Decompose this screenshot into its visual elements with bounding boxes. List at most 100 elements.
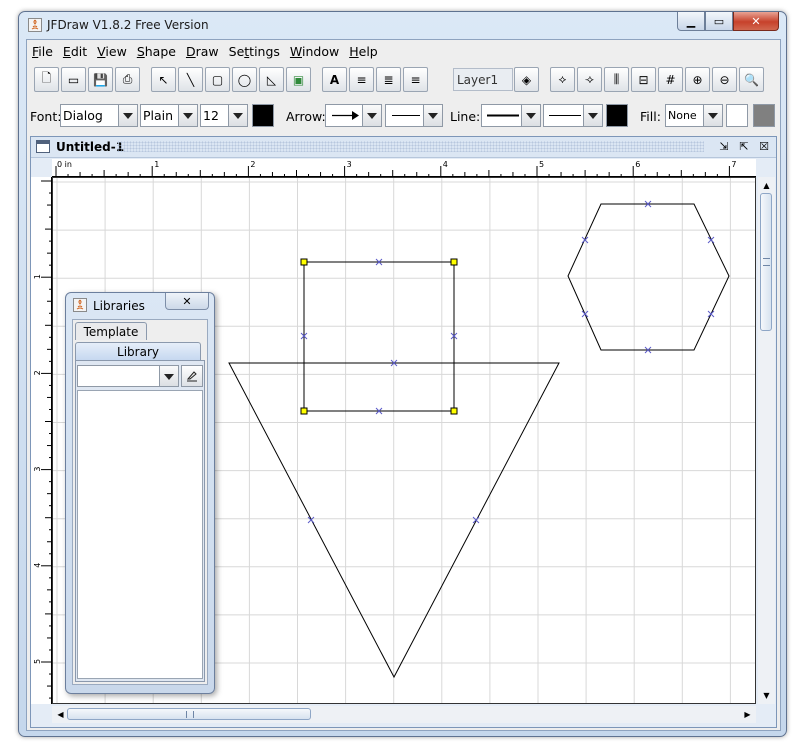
layer-field[interactable]: Layer1 [453,68,513,91]
zoom-out-icon: ⊖ [719,72,730,87]
java-app-icon [28,18,42,32]
triangle-up-icon: ▲ [763,181,770,190]
libraries-close-button[interactable]: ✕ [165,293,209,310]
fill-gradient-swatch[interactable] [753,104,775,127]
save-button[interactable]: 💾 [88,67,113,92]
library-action-button[interactable] [181,365,203,387]
resize-handle[interactable] [300,258,308,266]
menu-settings[interactable]: Settings [224,44,285,59]
open-button[interactable]: ▭ [61,67,86,92]
rectangle-shape[interactable] [303,261,455,412]
fill-color-swatch[interactable] [726,104,748,127]
resize-handle[interactable] [450,258,458,266]
align-left-button[interactable]: ≡ [349,67,374,92]
line-button[interactable]: ╲ [178,67,203,92]
layer-button[interactable]: ◈ [514,67,539,92]
doc-maximize-button[interactable]: ⇱ [736,139,752,154]
arrow-start-select[interactable] [325,104,382,127]
scroll-down-button[interactable]: ▼ [758,687,775,704]
horizontal-scroll-thumb[interactable] [67,708,311,720]
control-point-marker[interactable] [707,310,715,318]
menu-file[interactable]: File [27,44,58,59]
doc-close-button[interactable]: ☒ [756,139,772,154]
scroll-up-button[interactable]: ▲ [758,177,775,194]
vertical-scroll-thumb[interactable] [760,193,772,331]
line-dash-select[interactable] [543,104,603,127]
align-vertical-button[interactable]: ⊟ [631,67,656,92]
zoom-button[interactable]: 🔍 [739,67,764,92]
zoom-in-button[interactable]: ⊕ [685,67,710,92]
scroll-right-button[interactable]: ▶ [739,706,756,723]
select-arrow-button[interactable]: ↖ [151,67,176,92]
control-point-marker[interactable] [472,516,480,524]
chevron-down-icon [178,105,197,126]
ruler-top-label: 1 [154,160,159,169]
document-title: Untitled-1 [56,140,125,154]
font-style-select[interactable]: Plain [140,104,198,127]
align-horizontal-button[interactable]: ⫼ [604,67,629,92]
tab-library[interactable]: Library [75,342,201,360]
control-point-marker[interactable] [307,516,315,524]
resize-handle[interactable] [300,407,308,415]
ungroup-icon: ⟢ [585,72,594,86]
library-select[interactable] [77,365,179,387]
iconify-button[interactable]: ⇲ [716,139,732,154]
minimize-icon: ▁ [686,14,696,28]
grid-button[interactable]: # [658,67,683,92]
chevron-down-icon [118,105,137,126]
library-tool-icon [186,371,197,382]
font-label: Font: [30,109,62,124]
font-size-select[interactable]: 12 [200,104,248,127]
new-file-button[interactable]: 🗋 [34,67,59,92]
tab-template[interactable]: Template [75,322,147,340]
menu-edit[interactable]: Edit [58,44,92,59]
horizontal-scrollbar[interactable]: ◀ ▶ [52,706,756,723]
menu-shape[interactable]: Shape [132,44,181,59]
print-button[interactable]: ⎙ [115,67,140,92]
line-dash-icon [549,115,581,116]
text-button[interactable]: A [322,67,347,92]
ellipse-icon: ◯ [237,72,252,87]
image-button[interactable]: ▣ [286,67,311,92]
vertical-scrollbar[interactable]: ▲ ▼ [758,177,775,704]
fill-select[interactable]: None [665,104,723,127]
minimize-button[interactable]: ▁ [677,12,705,31]
hexagon-shape[interactable] [567,203,730,351]
close-icon: ✕ [182,294,192,308]
iconify-icon: ⇲ [719,140,729,153]
rectangle-button[interactable]: ▢ [205,67,230,92]
library-items-list[interactable] [77,390,203,679]
ruler-top-label: 6 [635,160,640,169]
align-justify-button[interactable]: ≣ [376,67,401,92]
arrow-end-select[interactable] [385,104,443,127]
line-width-select[interactable] [481,104,541,127]
title-bar[interactable]: JFDraw V1.8.2 Free Version ▁ ▭ ✕ [19,12,786,38]
control-point-marker[interactable] [581,310,589,318]
font-color-swatch[interactable] [252,104,274,127]
save-icon: 💾 [93,72,108,87]
zoom-out-button[interactable]: ⊖ [712,67,737,92]
maximize-button[interactable]: ▭ [705,12,733,31]
menu-view[interactable]: View [92,44,132,59]
close-button[interactable]: ✕ [733,12,779,31]
ungroup-button[interactable]: ⟢ [577,67,602,92]
polygon-button[interactable]: ◺ [259,67,284,92]
triangle-down-icon: ▼ [763,691,770,700]
chevron-down-icon [423,105,442,126]
chevron-down-icon [159,366,178,386]
line-color-swatch[interactable] [606,104,628,127]
menu-draw[interactable]: Draw [181,44,224,59]
group-button[interactable]: ⟡ [550,67,575,92]
libraries-body: Template Library [72,319,208,685]
format-toolbar: Font: Dialog Plain 12 Arrow: Line: Fill: [27,100,780,130]
align-center-button[interactable]: ≡ [403,67,428,92]
menu-help[interactable]: Help [344,44,383,59]
open-icon: ▭ [67,72,80,87]
font-name-select[interactable]: Dialog [60,104,138,127]
chevron-down-icon [703,105,722,126]
line-icon: ╲ [186,72,195,87]
ellipse-button[interactable]: ◯ [232,67,257,92]
menu-window[interactable]: Window [285,44,344,59]
resize-handle[interactable] [450,407,458,415]
document-title-bar[interactable]: Untitled-1 ⇲ ⇱ ☒ [31,137,776,158]
